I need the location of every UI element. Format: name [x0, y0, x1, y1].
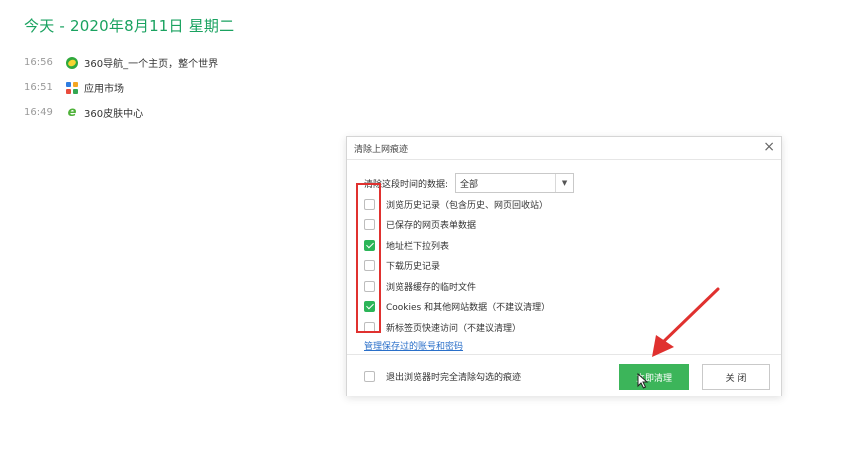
- dropdown-arrow-icon[interactable]: ▼: [555, 174, 573, 192]
- option-label: 下载历史记录: [386, 262, 441, 273]
- form-data-checkbox[interactable]: [364, 219, 375, 231]
- new-tab-quick-access-checkbox[interactable]: [364, 321, 375, 333]
- history-time: 16:56: [24, 57, 53, 68]
- option-browsing-history[interactable]: 浏览历史记录（包含历史、网页回收站）: [364, 194, 550, 215]
- option-label: 退出浏览器时完全清除勾选的痕迹: [386, 373, 522, 383]
- time-range-row: 清除这段时间的数据: 全部 ▼: [364, 173, 575, 193]
- dialog-footer: 退出浏览器时完全清除勾选的痕迹 立即清理 关 闭: [347, 354, 781, 396]
- option-label: 已保存的网页表单数据: [386, 221, 477, 232]
- globe-icon: [66, 56, 78, 69]
- app-grid-icon: [66, 81, 78, 94]
- option-address-bar[interactable]: 地址栏下拉列表: [364, 235, 550, 256]
- option-download-history[interactable]: 下载历史记录: [364, 256, 550, 277]
- option-label: 浏览历史记录（包含历史、网页回收站）: [386, 200, 549, 211]
- option-label: Cookies 和其他网站数据（不建议清理）: [386, 303, 551, 314]
- dialog-titlebar: 清除上网痕迹 ×: [347, 137, 781, 160]
- manage-passwords-link[interactable]: 管理保存过的账号和密码: [364, 339, 463, 352]
- skin-e-icon: e: [67, 104, 77, 120]
- history-title[interactable]: 360导航_一个主页，整个世界: [84, 55, 218, 70]
- cache-files-checkbox[interactable]: [364, 280, 375, 292]
- cookies-checkbox[interactable]: [364, 301, 375, 313]
- address-bar-checkbox[interactable]: [364, 239, 375, 251]
- option-new-tab-quick-access[interactable]: 新标签页快速访问（不建议清理）: [364, 317, 550, 338]
- exit-clear-checkbox[interactable]: [364, 371, 375, 382]
- page-title: 今天 - 2020年8月11日 星期二: [24, 17, 235, 35]
- dialog-title: 清除上网痕迹: [354, 145, 409, 155]
- clear-history-dialog: 清除上网痕迹 × 清除这段时间的数据: 全部 ▼ 浏览历史记录（包含历史、网页回…: [346, 136, 782, 396]
- exit-clear-option[interactable]: 退出浏览器时完全清除勾选的痕迹: [364, 370, 521, 383]
- history-item[interactable]: 16:51 应用市场: [24, 75, 218, 100]
- option-cookies[interactable]: Cookies 和其他网站数据（不建议清理）: [364, 297, 550, 318]
- time-range-select[interactable]: 全部 ▼: [455, 173, 575, 193]
- option-label: 新标签页快速访问（不建议清理）: [386, 323, 522, 334]
- history-item[interactable]: 16:56 360导航_一个主页，整个世界: [24, 50, 218, 75]
- history-list: 16:56 360导航_一个主页，整个世界 16:51 应用市场 16:49 e…: [24, 50, 218, 125]
- option-label: 浏览器缓存的临时文件: [386, 282, 477, 293]
- history-title[interactable]: 应用市场: [84, 80, 124, 95]
- clear-now-button[interactable]: 立即清理: [619, 364, 689, 390]
- close-icon[interactable]: ×: [763, 139, 775, 155]
- browsing-history-checkbox[interactable]: [364, 198, 375, 210]
- option-cache-files[interactable]: 浏览器缓存的临时文件: [364, 276, 550, 297]
- history-time: 16:49: [24, 107, 53, 118]
- history-item[interactable]: 16:49 e 360皮肤中心: [24, 100, 218, 125]
- option-label: 地址栏下拉列表: [386, 241, 450, 252]
- time-range-value: 全部: [460, 180, 479, 190]
- time-range-label: 清除这段时间的数据:: [364, 179, 449, 190]
- download-history-checkbox[interactable]: [364, 260, 375, 272]
- close-button[interactable]: 关 闭: [702, 364, 770, 390]
- clear-options-list: 浏览历史记录（包含历史、网页回收站） 已保存的网页表单数据 地址栏下拉列表 下载…: [364, 194, 550, 338]
- history-title[interactable]: 360皮肤中心: [84, 105, 143, 120]
- history-time: 16:51: [24, 82, 53, 93]
- option-form-data[interactable]: 已保存的网页表单数据: [364, 215, 550, 236]
